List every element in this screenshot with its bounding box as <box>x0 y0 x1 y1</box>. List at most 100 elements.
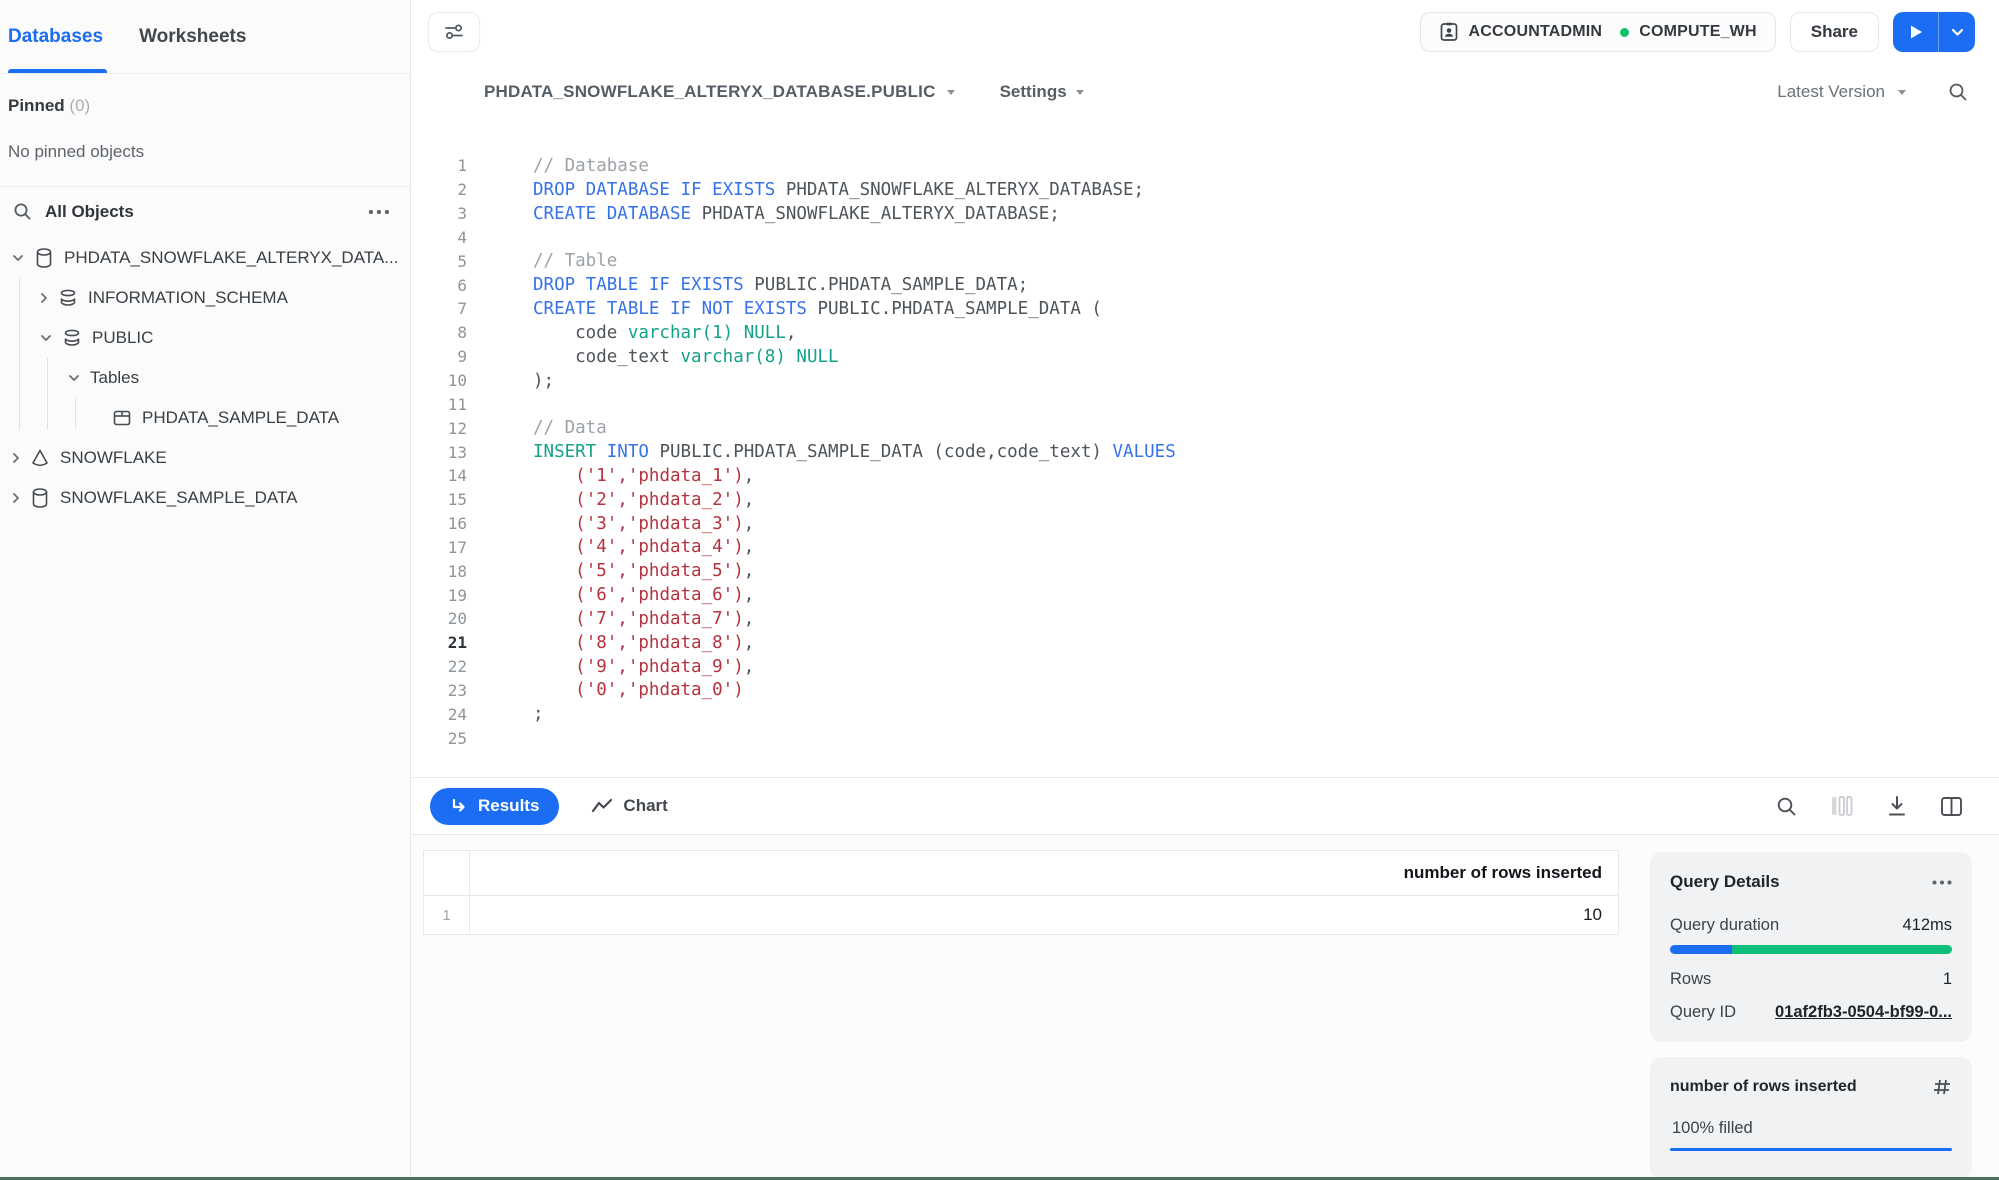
tab-chart[interactable]: Chart <box>591 796 667 816</box>
code-line[interactable]: 14 ('1','phdata_1'), <box>412 464 1999 488</box>
tab-results[interactable]: Results <box>430 788 559 825</box>
code-line[interactable]: 13INSERT INTO PUBLIC.PHDATA_SAMPLE_DATA … <box>412 440 1999 464</box>
code-line[interactable]: 25 <box>412 726 1999 750</box>
code-line[interactable]: 9 code_text varchar(8) NULL <box>412 345 1999 369</box>
version-label: Latest Version <box>1777 82 1885 102</box>
table-row[interactable]: 1 10 <box>424 896 1618 934</box>
line-number: 17 <box>412 538 467 557</box>
chevron-right-icon[interactable] <box>12 452 20 464</box>
code-line[interactable]: 23 ('0','phdata_0') <box>412 679 1999 703</box>
code-line[interactable]: 5// Table <box>412 249 1999 273</box>
code-text: CREATE TABLE IF NOT EXISTS PUBLIC.PHDATA… <box>533 299 1102 319</box>
code-text: ('2','phdata_2'), <box>533 490 754 510</box>
tree-indent-guide <box>19 278 20 430</box>
code-line[interactable]: 1// Database <box>412 154 1999 178</box>
code-text: ('8','phdata_8'), <box>533 633 754 653</box>
database-context-selector[interactable]: PHDATA_SNOWFLAKE_ALTERYX_DATABASE.PUBLIC <box>484 82 956 102</box>
line-number: 9 <box>412 347 467 366</box>
chevron-down-icon[interactable] <box>68 374 80 382</box>
duration-bar-blue <box>1670 945 1732 954</box>
code-text: ('6','phdata_6'), <box>533 585 754 605</box>
rows-label: Rows <box>1670 970 1711 989</box>
query-details-menu-icon[interactable] <box>1932 880 1952 885</box>
chevron-down-icon[interactable] <box>40 334 52 342</box>
tree-item-information-schema[interactable]: INFORMATION_SCHEMA <box>0 278 410 318</box>
tree-item-snowflake[interactable]: SNOWFLAKE <box>0 438 410 478</box>
line-number: 20 <box>412 609 467 628</box>
sql-editor[interactable]: 1// Database2DROP DATABASE IF EXISTS PHD… <box>412 120 1999 777</box>
line-number: 23 <box>412 681 467 700</box>
editor-search-icon[interactable] <box>1947 81 1969 103</box>
settings-label: Settings <box>1000 82 1067 102</box>
tree-item-phdata-sample-data[interactable]: PHDATA_SAMPLE_DATA <box>0 398 410 438</box>
column-header[interactable]: number of rows inserted <box>470 863 1618 883</box>
code-line[interactable]: 17 ('4','phdata_4'), <box>412 536 1999 560</box>
code-line[interactable]: 2DROP DATABASE IF EXISTS PHDATA_SNOWFLAK… <box>412 178 1999 202</box>
caret-down-icon <box>1897 89 1907 96</box>
code-text: DROP TABLE IF EXISTS PUBLIC.PHDATA_SAMPL… <box>533 275 1028 295</box>
run-button-group <box>1893 12 1975 52</box>
code-line[interactable]: 7CREATE TABLE IF NOT EXISTS PUBLIC.PHDAT… <box>412 297 1999 321</box>
tree-item-snowflake-sample-data[interactable]: SNOWFLAKE_SAMPLE_DATA <box>0 478 410 518</box>
code-line[interactable]: 18 ('5','phdata_5'), <box>412 559 1999 583</box>
context-label: PHDATA_SNOWFLAKE_ALTERYX_DATABASE.PUBLIC <box>484 82 936 102</box>
tree-item-public[interactable]: PUBLIC <box>0 318 410 358</box>
code-line[interactable]: 12// Data <box>412 416 1999 440</box>
code-text: ('7','phdata_7'), <box>533 609 754 629</box>
query-id-link[interactable]: 01af2fb3-0504-bf99-0... <box>1775 1003 1952 1022</box>
warehouse-status-dot <box>1620 28 1629 37</box>
column-stats-title: number of rows inserted <box>1670 1078 1857 1096</box>
code-line[interactable]: 24; <box>412 702 1999 726</box>
line-number: 15 <box>412 490 467 509</box>
tab-databases[interactable]: Databases <box>8 0 103 73</box>
duration-bar <box>1670 945 1952 954</box>
columns-icon[interactable] <box>1830 795 1854 817</box>
code-line[interactable]: 8 code varchar(1) NULL, <box>412 321 1999 345</box>
role-label: ACCOUNTADMIN <box>1469 23 1603 41</box>
duration-label: Query duration <box>1670 916 1779 935</box>
code-line[interactable]: 3CREATE DATABASE PHDATA_SNOWFLAKE_ALTERY… <box>412 202 1999 226</box>
split-panel-icon[interactable] <box>1940 796 1963 817</box>
run-button[interactable] <box>1893 12 1939 52</box>
search-results-icon[interactable] <box>1775 795 1798 818</box>
line-number: 14 <box>412 466 467 485</box>
code-line[interactable]: 10); <box>412 369 1999 393</box>
tab-worksheets[interactable]: Worksheets <box>139 0 246 73</box>
all-objects-header: All Objects <box>0 187 410 232</box>
code-line[interactable]: 6DROP TABLE IF EXISTS PUBLIC.PHDATA_SAMP… <box>412 273 1999 297</box>
code-line[interactable]: 15 ('2','phdata_2'), <box>412 488 1999 512</box>
code-line[interactable]: 19 ('6','phdata_6'), <box>412 583 1999 607</box>
results-table-header: number of rows inserted <box>424 851 1618 896</box>
share-button[interactable]: Share <box>1790 12 1879 52</box>
results-tab-label: Results <box>478 796 539 816</box>
tree-item-tables[interactable]: Tables <box>0 358 410 398</box>
query-details-title: Query Details <box>1670 872 1780 892</box>
chevron-down-icon[interactable] <box>12 254 24 262</box>
chevron-right-icon[interactable] <box>12 492 20 504</box>
tree-item-label: Tables <box>90 368 139 388</box>
worksheet-filters-button[interactable] <box>428 12 480 52</box>
more-options-icon[interactable] <box>368 209 390 215</box>
tree-item-label: PUBLIC <box>92 328 153 348</box>
line-number: 2 <box>412 180 467 199</box>
chevron-right-icon[interactable] <box>40 292 48 304</box>
line-number: 21 <box>412 633 467 652</box>
code-line[interactable]: 20 ('7','phdata_7'), <box>412 607 1999 631</box>
code-line[interactable]: 16 ('3','phdata_3'), <box>412 512 1999 536</box>
code-text: code_text varchar(8) NULL <box>533 347 839 367</box>
code-line[interactable]: 11 <box>412 392 1999 416</box>
code-text: ('0','phdata_0') <box>533 680 744 700</box>
row-number: 1 <box>424 896 470 934</box>
code-line[interactable]: 22 ('9','phdata_9'), <box>412 655 1999 679</box>
tree-item-phdata-database[interactable]: PHDATA_SNOWFLAKE_ALTERYX_DATA... <box>0 238 410 278</box>
search-icon[interactable] <box>12 201 33 222</box>
download-icon[interactable] <box>1886 795 1908 818</box>
role-warehouse-selector[interactable]: ACCOUNTADMIN COMPUTE_WH <box>1420 12 1776 52</box>
version-dropdown[interactable]: Latest Version <box>1777 82 1907 102</box>
code-line[interactable]: 4 <box>412 226 1999 250</box>
tree-item-label: SNOWFLAKE_SAMPLE_DATA <box>60 488 297 508</box>
code-line[interactable]: 21 ('8','phdata_8'), <box>412 631 1999 655</box>
run-options-button[interactable] <box>1939 12 1975 52</box>
settings-dropdown[interactable]: Settings <box>1000 82 1085 102</box>
line-number: 11 <box>412 395 467 414</box>
